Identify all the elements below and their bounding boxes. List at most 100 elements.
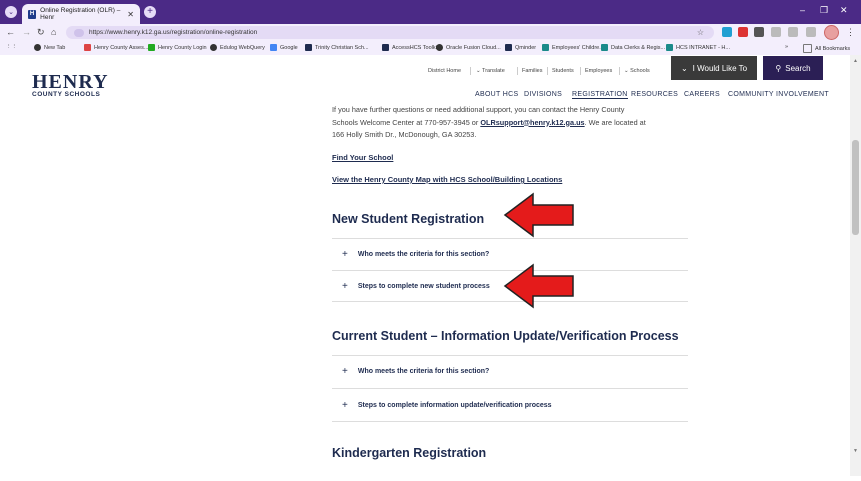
google-icon (270, 44, 277, 51)
logo-text-henry: HENRY (32, 71, 109, 93)
find-your-school-link[interactable]: Find Your School (332, 153, 393, 162)
bookmark-item[interactable]: AccessHCS Toolkit (382, 44, 438, 51)
logo-text-county: COUNTY SCHOOLS (32, 91, 101, 98)
back-icon[interactable]: ← (6, 27, 15, 37)
more-bookmarks-icon[interactable]: » (785, 44, 788, 50)
bookmark-item[interactable]: New Tab (34, 44, 65, 51)
bookmark-item[interactable]: Data Clerks & Regis... (601, 44, 665, 51)
bookmark-item[interactable]: Henry County Login (148, 44, 207, 51)
bookmark-item[interactable]: Trinity Christian Sch... (305, 44, 369, 51)
reading-list-icon[interactable] (771, 27, 781, 37)
nav-about-hcs[interactable]: ABOUT HCS (475, 91, 518, 98)
kindergarten-registration-heading: Kindergarten Registration (332, 446, 487, 460)
henry-county-logo[interactable]: HENRY COUNTY SCHOOLS (32, 71, 109, 98)
maximize-icon[interactable]: ❐ (820, 5, 828, 16)
annotation-arrow-icon (503, 263, 574, 309)
nav-registration[interactable]: REGISTRATION (572, 91, 628, 99)
bookmark-favicon-icon (666, 44, 673, 51)
reload-icon[interactable]: ↻ (37, 27, 45, 38)
scroll-down-icon[interactable]: ▼ (853, 448, 858, 454)
bookmark-favicon-icon (505, 44, 512, 51)
bookmark-item[interactable]: HCS INTRANET - H... (666, 44, 730, 51)
accordion-who-meets-current[interactable]: + Who meets the criteria for this sectio… (332, 355, 688, 387)
page-scrollbar[interactable] (850, 55, 861, 481)
plus-icon: + (342, 399, 348, 411)
nav-resources[interactable]: RESOURCES (631, 91, 678, 98)
utility-link-students[interactable]: Students (552, 68, 574, 74)
utility-link-district-home[interactable]: District Home (428, 68, 461, 74)
divider (619, 67, 620, 75)
i-would-like-to-button[interactable]: ⌄ I Would Like To (671, 56, 757, 80)
browser-toolbar: ← → ↻ ⌂ https://www.henry.k12.ga.us/regi… (0, 24, 861, 41)
tab-title: Online Registration (OLR) – Henr (40, 7, 121, 21)
bookmark-item[interactable]: Qminder (505, 44, 536, 51)
bookmark-favicon-icon (84, 44, 91, 51)
bookmark-favicon-icon (305, 44, 312, 51)
pdf-extension-icon[interactable] (738, 27, 748, 37)
bookmark-item[interactable]: Employees' Childre... (542, 44, 604, 51)
search-icon: ⚲ (775, 63, 782, 73)
divider (517, 67, 518, 75)
schools-dropdown[interactable]: ⌄ Schools (624, 68, 650, 74)
url-text: https://www.henry.k12.ga.us/registration… (89, 29, 258, 36)
tab-search-icon[interactable]: ⌄ (5, 6, 17, 18)
bookmark-star-icon[interactable]: ☆ (697, 28, 704, 37)
browser-tab-active[interactable]: H Online Registration (OLR) – Henr ✕ (22, 4, 140, 24)
close-window-icon[interactable]: ✕ (840, 5, 848, 16)
tab-close-icon[interactable]: ✕ (127, 10, 134, 19)
divider (547, 67, 548, 75)
chevron-down-icon: ⌄ (680, 63, 688, 73)
bookmark-favicon-icon (601, 44, 608, 51)
scroll-up-icon[interactable]: ▲ (853, 58, 858, 64)
annotation-arrow-icon (503, 192, 574, 238)
current-student-heading: Current Student – Information Update/Ver… (332, 329, 679, 343)
bookmarks-bar: ⋮⋮ New Tab Henry County Asses... Henry C… (0, 41, 861, 56)
plus-icon: + (342, 280, 348, 292)
forward-icon[interactable]: → (22, 27, 31, 37)
nav-divisions[interactable]: DIVISIONS (524, 91, 562, 98)
downloads-icon[interactable] (788, 27, 798, 37)
divider (470, 67, 471, 75)
olr-support-email-link[interactable]: OLRsupport@henry.k12.ga.us (480, 118, 584, 127)
search-button[interactable]: ⚲ Search (763, 56, 823, 80)
utility-link-families[interactable]: Families (522, 68, 542, 74)
accordion-steps-update-verification[interactable]: + Steps to complete information update/v… (332, 388, 688, 422)
henry-favicon-icon: H (28, 9, 37, 19)
globe-icon (436, 44, 443, 51)
menu-icon[interactable]: ⋮ (846, 27, 855, 38)
county-map-link[interactable]: View the Henry County Map with HCS Schoo… (332, 175, 562, 184)
translate-dropdown[interactable]: ⌄ Translate (476, 68, 505, 74)
site-info-icon[interactable] (74, 28, 84, 37)
utility-link-employees[interactable]: Employees (585, 68, 612, 74)
plus-icon: + (342, 249, 348, 260)
home-icon[interactable]: ⌂ (51, 27, 56, 37)
page-bottom-edge (0, 476, 861, 481)
bookmark-item[interactable]: Google (270, 44, 298, 51)
bookmark-item[interactable]: Edulog WebQuery (210, 44, 265, 51)
minimize-icon[interactable]: – (800, 5, 805, 15)
profile-avatar[interactable] (824, 25, 839, 40)
address-bar[interactable]: https://www.henry.k12.ga.us/registration… (66, 26, 714, 39)
registration-intro-text: If you have further questions or need ad… (332, 105, 646, 139)
new-tab-icon[interactable]: + (144, 6, 156, 18)
extension-icon[interactable] (722, 27, 732, 37)
scrollbar-thumb[interactable] (852, 140, 859, 235)
new-student-registration-heading: New Student Registration (332, 212, 485, 226)
folder-icon (803, 44, 812, 53)
nav-community-involvement[interactable]: COMMUNITY INVOLVEMENT (728, 91, 829, 98)
browser-tab-strip: ⌄ H Online Registration (OLR) – Henr ✕ +… (0, 0, 861, 24)
globe-icon (34, 44, 41, 51)
plus-icon: + (342, 366, 348, 377)
bookmark-item[interactable]: Henry County Asses... (84, 44, 148, 51)
divider (580, 67, 581, 75)
bookmark-favicon-icon (148, 44, 155, 51)
bookmark-favicon-icon (542, 44, 549, 51)
bookmark-item[interactable]: Oracle Fusion Cloud... (436, 44, 501, 51)
bookmark-favicon-icon (382, 44, 389, 51)
extension-puzzle-icon[interactable] (754, 27, 764, 37)
all-bookmarks[interactable]: All Bookmarks (803, 44, 850, 53)
globe-icon (210, 44, 217, 51)
side-panel-icon[interactable] (806, 27, 816, 37)
apps-icon[interactable]: ⋮⋮ (6, 44, 17, 50)
nav-careers[interactable]: CAREERS (684, 91, 720, 98)
